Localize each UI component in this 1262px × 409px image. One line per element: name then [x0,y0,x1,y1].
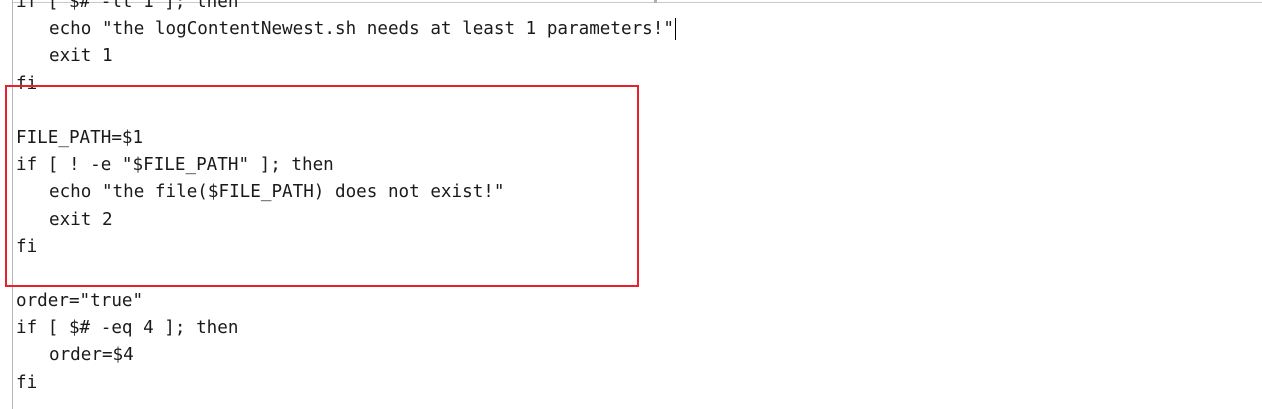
text-cursor [674,18,676,41]
highlight-annotation-box [5,85,639,287]
code-line-13[interactable]: if [ $# -eq 4 ]; then [16,315,676,342]
code-line-3[interactable]: exit 1 [16,43,676,70]
code-line-12[interactable]: order="true" [16,288,676,315]
code-line-2[interactable]: echo "the logContentNewest.sh needs at l… [16,16,676,43]
code-line-15[interactable]: fi [16,370,676,397]
code-editor[interactable]: if [ $# -lt 1 ]; then echo "the logConte… [0,0,1262,409]
code-line-1[interactable]: if [ $# -lt 1 ]; then [16,0,676,16]
code-line-14[interactable]: order=$4 [16,342,676,369]
